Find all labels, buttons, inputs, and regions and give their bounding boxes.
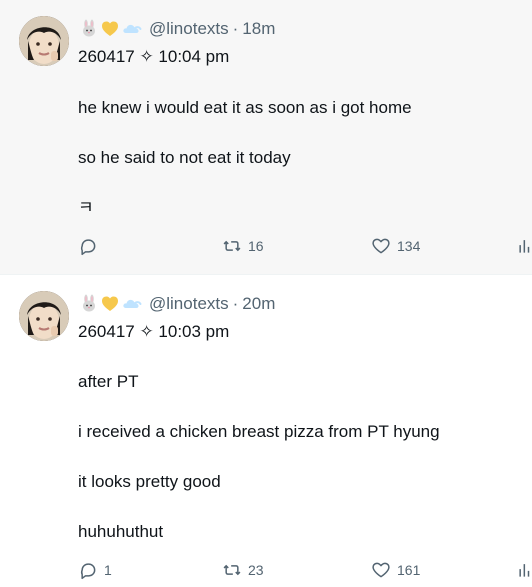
reply-button[interactable]: 1 [78, 560, 112, 580]
tweet-text-line: i received a chicken breast pizza from P… [78, 422, 440, 441]
separator-dot: · [232, 19, 239, 38]
retweet-button[interactable]: 16 [222, 236, 264, 256]
tweet-2[interactable]: @linotexts · 20m 260417 ✧ 10:03 pm after… [0, 274, 532, 587]
tweet-text-line: huhuhuthut [78, 522, 164, 541]
tweet-text-line: ㅋ [78, 198, 94, 217]
tweet-handle[interactable]: @linotexts [149, 19, 229, 39]
tweet-1[interactable]: @linotexts · 18m 260417 ✧ 10:04 pm he kn… [0, 0, 532, 274]
time-ago[interactable]: 20m [242, 294, 275, 314]
separator-dot: · [232, 294, 239, 313]
like-button[interactable]: 161 [371, 560, 420, 580]
reply-count: 1 [104, 562, 112, 578]
tweet-text-line: he knew i would eat it as soon as i got … [78, 98, 412, 117]
views-button[interactable] [516, 560, 532, 580]
tweet-date-line: 260417 ✧ 10:04 pm [78, 47, 230, 66]
like-button[interactable]: 134 [371, 236, 420, 256]
retweet-button[interactable]: 23 [222, 560, 264, 580]
like-count: 134 [397, 238, 421, 254]
emoji-group [79, 294, 143, 314]
views-icon [519, 240, 530, 253]
retweet-count: 23 [248, 562, 264, 578]
retweet-icon [223, 564, 241, 576]
cloud-icon [123, 24, 142, 33]
reply-button[interactable] [78, 236, 104, 256]
views-button[interactable] [516, 236, 532, 256]
rabbit-icon [83, 294, 95, 312]
rabbit-icon [83, 19, 95, 37]
reply-icon [80, 563, 96, 580]
reply-icon [80, 239, 96, 256]
heart-icon [372, 238, 390, 254]
views-icon [519, 564, 530, 577]
tweet-handle[interactable]: @linotexts [149, 294, 229, 314]
cloud-icon [123, 299, 142, 308]
tweet-header: @linotexts · 20m [79, 292, 275, 316]
like-count: 161 [397, 562, 421, 578]
tweet-date-line: 260417 ✧ 10:03 pm [78, 322, 230, 341]
time-ago[interactable]: 18m [242, 19, 275, 39]
avatar-image [19, 16, 69, 66]
tweet-text-line: it looks pretty good [78, 472, 221, 491]
yellow-heart-icon [102, 21, 118, 36]
yellow-heart-icon [102, 296, 118, 311]
tweet-actions: 1 23 161 [0, 560, 532, 584]
retweet-icon [223, 240, 241, 252]
emoji-group [79, 19, 143, 39]
tweet-text-line: so he said to not eat it today [78, 148, 291, 167]
avatar[interactable] [19, 291, 69, 341]
tweet-actions: 16 134 [0, 236, 532, 260]
avatar-image [19, 291, 69, 341]
retweet-count: 16 [248, 238, 264, 254]
tweet-text-line: after PT [78, 372, 139, 391]
heart-icon [372, 562, 390, 578]
tweet-header: @linotexts · 18m [79, 17, 275, 41]
avatar[interactable] [19, 16, 69, 66]
